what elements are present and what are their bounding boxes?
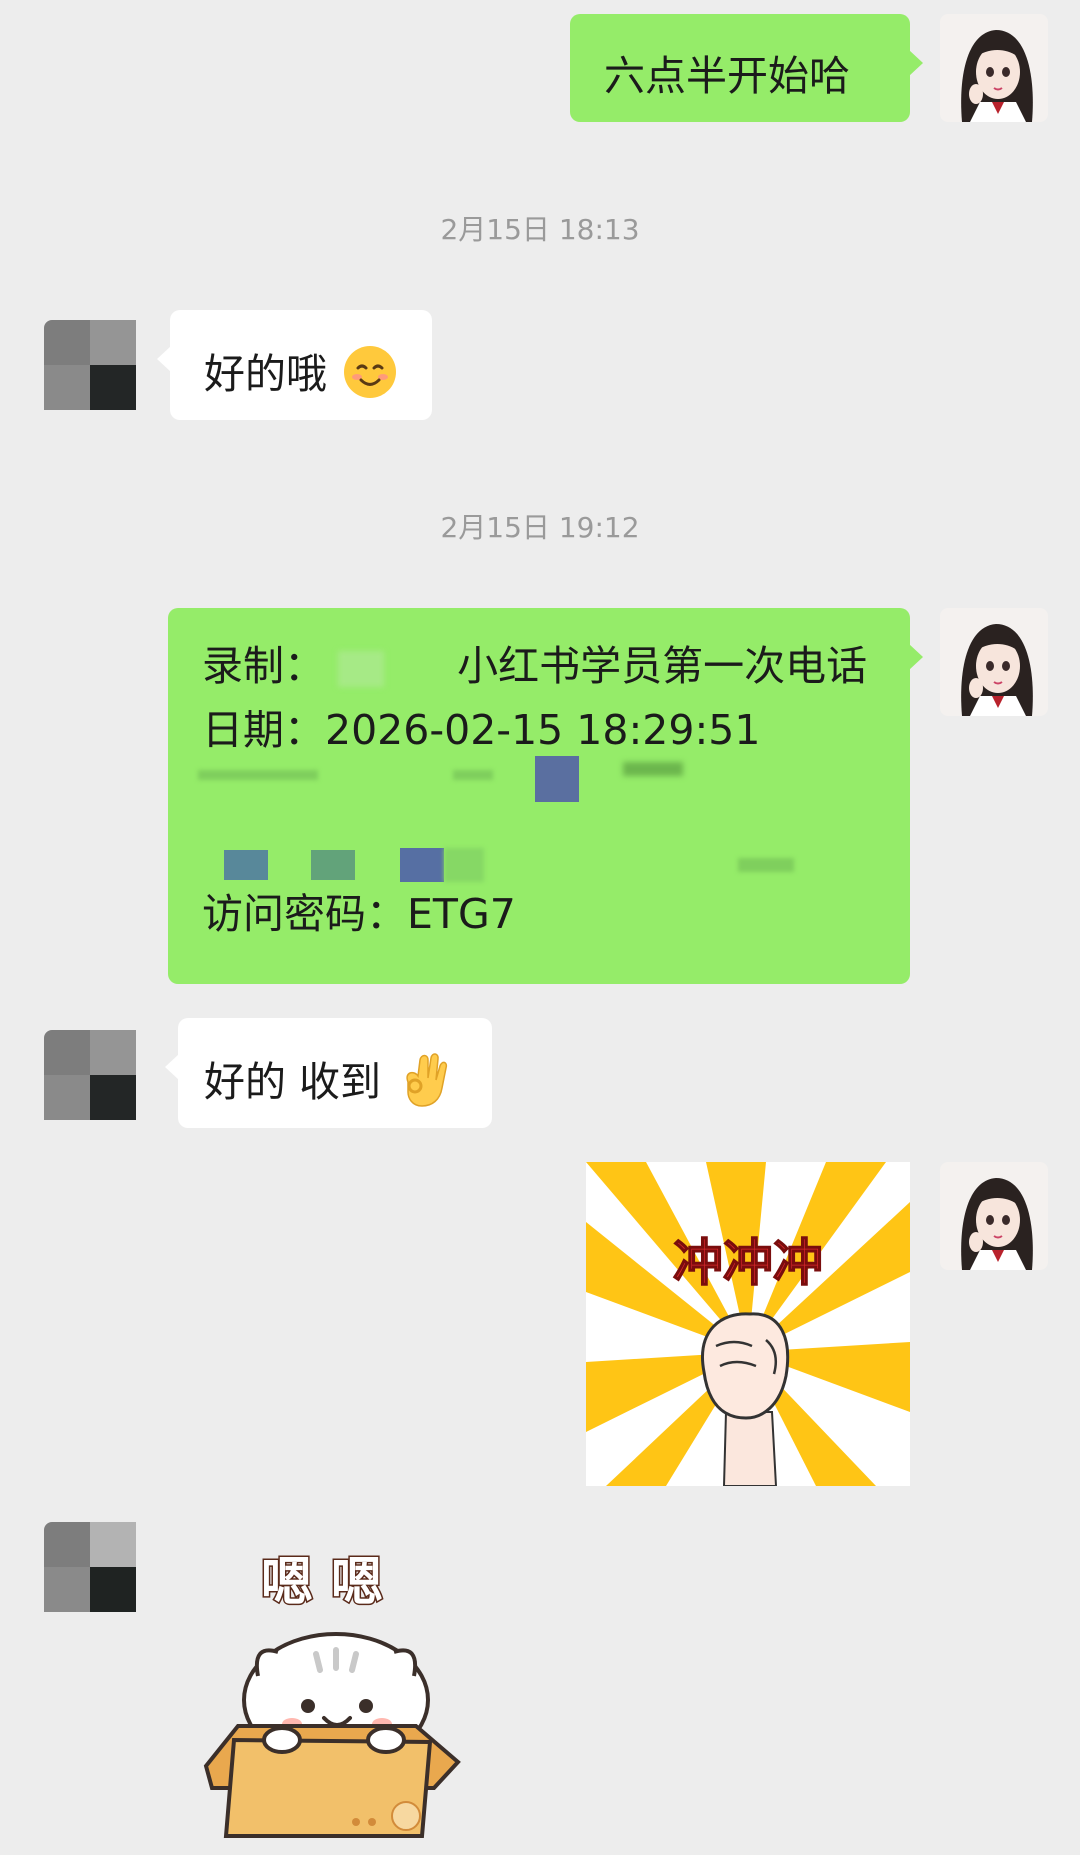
message-bubble-outgoing-recording[interactable]: 录制： 小红书学员第一次电话 日期：2026-02-15 18:29:51 访问… xyxy=(168,608,923,984)
recording-line: 录制： 小红书学员第一次电话 xyxy=(202,634,910,698)
password-line: 访问密码：ETG7 xyxy=(202,882,910,946)
contact-avatar[interactable] xyxy=(44,1030,152,1138)
password-value[interactable]: ETG7 xyxy=(407,890,516,938)
timestamp: 2月15日 19:12 xyxy=(440,511,640,544)
date-label: 日期： xyxy=(202,706,325,754)
ok-hand-emoji-icon xyxy=(398,1052,452,1118)
contact-avatar[interactable] xyxy=(44,320,152,428)
recording-label: 录制： xyxy=(202,642,325,690)
contact-avatar[interactable] xyxy=(44,1522,152,1630)
recording-title: 小红书学员第一次电话 xyxy=(457,642,868,690)
message-text: 六点半开始哈 xyxy=(604,52,850,100)
sticker-image-incoming[interactable]: 嗯 嗯 xyxy=(186,1540,476,1845)
sticker-image-outgoing[interactable]: 冲冲冲 xyxy=(586,1162,910,1487)
chat-screen: 六点半开始哈 2月15日 18:13 好的哦 2月15日 19:12 录制： 小… xyxy=(0,0,1080,1855)
message-bubble-outgoing[interactable]: 六点半开始哈 xyxy=(570,14,923,122)
self-avatar[interactable] xyxy=(940,1162,1048,1270)
password-label: 访问密码： xyxy=(202,890,407,938)
sticker-caption: 冲冲冲 xyxy=(673,1234,823,1292)
sticker-caption: 嗯 嗯 xyxy=(261,1553,383,1613)
self-avatar[interactable] xyxy=(940,608,1048,716)
message-text: 好的哦 xyxy=(204,350,327,398)
redacted-blur xyxy=(338,651,385,687)
message-bubble-incoming[interactable]: 好的哦 xyxy=(157,310,432,420)
message-text: 好的 收到 xyxy=(204,1058,382,1106)
date-line: 日期：2026-02-15 18:29:51 xyxy=(202,698,910,762)
date-value: 2026-02-15 18:29:51 xyxy=(325,706,761,754)
redacted-region xyxy=(168,756,910,882)
timestamp: 2月15日 18:13 xyxy=(440,213,640,246)
message-bubble-incoming[interactable]: 好的 收到 xyxy=(165,1018,492,1128)
smile-emoji-icon xyxy=(342,344,398,410)
self-avatar[interactable] xyxy=(940,14,1048,122)
